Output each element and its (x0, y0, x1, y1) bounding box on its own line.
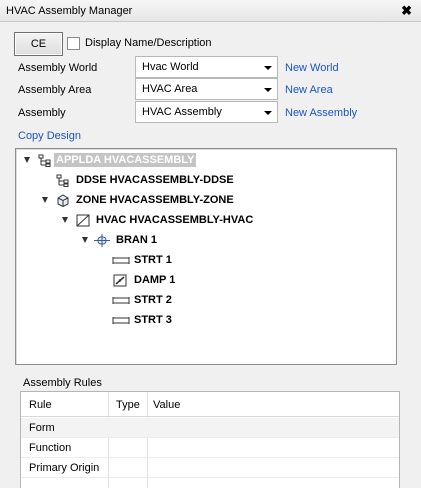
display-name-label: Display Name/Description (85, 37, 212, 49)
hierarchy-icon (38, 154, 51, 167)
assembly-world-value: Hvac World (142, 61, 199, 73)
tree-node-bran[interactable]: BRAN 1 (82, 232, 202, 250)
cube-icon (57, 194, 69, 207)
tree-node-strt3[interactable]: STRT 3 (112, 312, 212, 330)
tree-node-label: ZONE HVACASSEMBLY-ZONE (76, 194, 234, 206)
new-world-link[interactable]: New World (285, 62, 339, 74)
duct-icon (76, 214, 90, 227)
assembly-select[interactable]: HVAC Assembly (135, 101, 278, 123)
chevron-down-icon (264, 111, 272, 115)
tree-node-strt2[interactable]: STRT 2 (112, 292, 212, 310)
chevron-down-icon (264, 66, 272, 70)
branch-icon (94, 234, 110, 247)
column-header-type[interactable]: Type (116, 399, 140, 411)
table-row[interactable]: Primary Origin (21, 458, 399, 478)
tree-node-label: HVAC HVACASSEMBLY-HVAC (96, 214, 254, 226)
column-header-rule[interactable]: Rule (29, 399, 52, 411)
expand-arrow-icon[interactable] (82, 237, 88, 243)
tree-node-label: DDSE HVACASSEMBLY-DDSE (76, 174, 234, 186)
straight-duct-icon (112, 257, 130, 264)
assembly-label: Assembly (18, 107, 66, 119)
tree-node-appldda[interactable]: APPLDA HVACASSEMBLY (24, 152, 224, 170)
tree-node-label: APPLDA HVACASSEMBLY (54, 153, 197, 167)
tree-node-zone[interactable]: ZONE HVACASSEMBLY-ZONE (42, 192, 282, 210)
tree-node-hvac[interactable]: HVAC HVACASSEMBLY-HVAC (62, 212, 302, 230)
hierarchy-icon (56, 174, 69, 187)
new-area-link[interactable]: New Area (285, 84, 333, 96)
damper-icon (113, 274, 127, 287)
tree-node-label: STRT 2 (134, 294, 172, 306)
assembly-area-label: Assembly Area (18, 84, 92, 96)
window-title: HVAC Assembly Manager (6, 5, 133, 17)
tree-node-strt1[interactable]: STRT 1 (112, 252, 212, 270)
expand-arrow-icon[interactable] (62, 217, 68, 223)
table-row[interactable]: Form (21, 418, 399, 438)
column-header-value[interactable]: Value (153, 399, 180, 411)
tree-node-label: BRAN 1 (116, 234, 157, 246)
straight-duct-icon (112, 297, 130, 304)
tree-node-label: DAMP 1 (134, 274, 176, 286)
expand-arrow-icon[interactable] (42, 197, 48, 203)
tree-node-damp1[interactable]: DAMP 1 (112, 272, 212, 290)
new-assembly-link[interactable]: New Assembly (285, 107, 357, 119)
tree-node-ddse[interactable]: DDSE HVACASSEMBLY-DDSE (42, 172, 282, 190)
chevron-down-icon (264, 88, 272, 92)
title-bar: HVAC Assembly Manager ✖ (0, 0, 421, 22)
assembly-rules-label: Assembly Rules (23, 377, 102, 389)
straight-duct-icon (112, 317, 130, 324)
expand-arrow-icon[interactable] (24, 157, 30, 163)
assembly-tree[interactable]: APPLDA HVACASSEMBLY DDSE HVACASSEMBLY-DD… (15, 148, 397, 365)
ce-button[interactable]: CE (14, 32, 63, 56)
table-header: Rule Type Value (21, 392, 399, 417)
copy-design-link[interactable]: Copy Design (18, 130, 81, 142)
assembly-world-label: Assembly World (18, 62, 98, 74)
rule-cell: Function (29, 442, 72, 454)
rule-cell: Form (29, 422, 55, 434)
rule-cell: Primary Origin (29, 462, 100, 474)
assembly-area-select[interactable]: HVAC Area (135, 78, 278, 100)
assembly-area-value: HVAC Area (142, 83, 198, 95)
assembly-world-select[interactable]: Hvac World (135, 56, 278, 78)
tree-node-label: STRT 3 (134, 314, 172, 326)
display-name-checkbox[interactable] (67, 37, 80, 50)
close-icon[interactable]: ✖ (401, 3, 412, 19)
table-row[interactable]: Function (21, 438, 399, 458)
assembly-rules-table[interactable]: Rule Type Value Form Function Primary Or… (20, 391, 400, 488)
tree-node-label: STRT 1 (134, 254, 172, 266)
assembly-value: HVAC Assembly (142, 106, 222, 118)
